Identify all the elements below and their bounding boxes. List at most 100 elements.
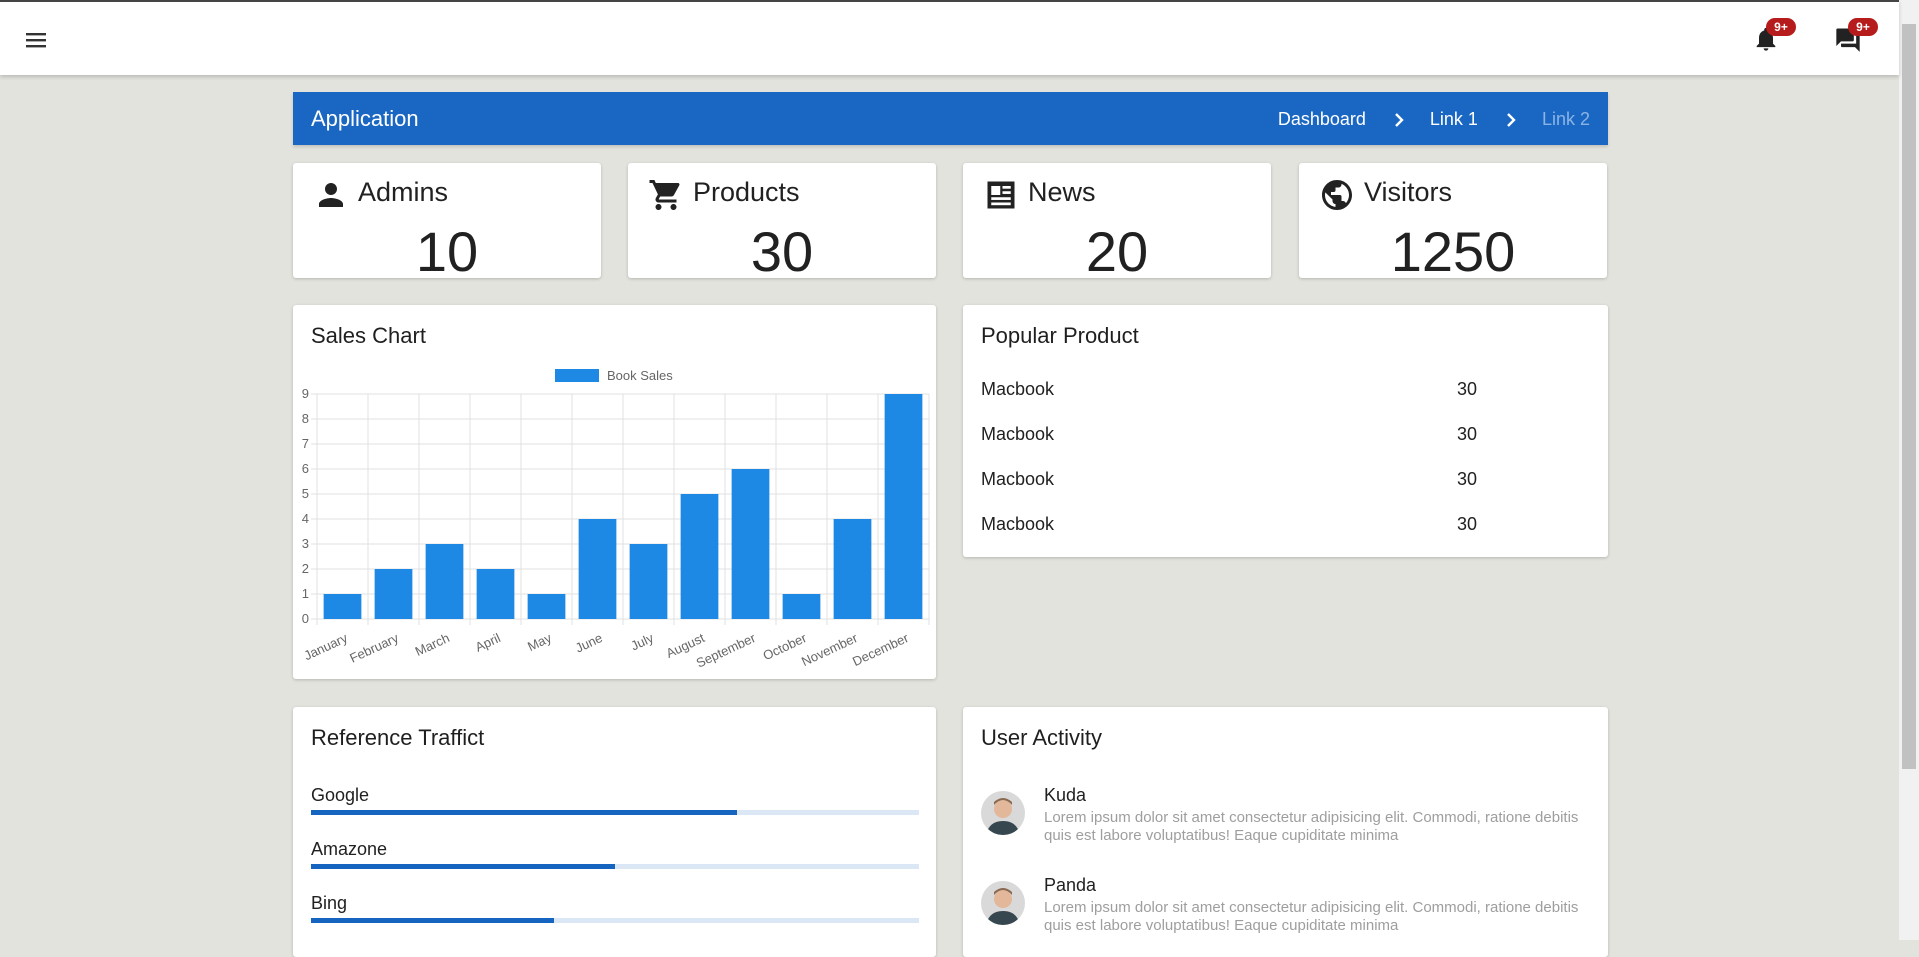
- sales-chart: 0 1 2 3 4 5 6 7 8 9 JanuaryFebruary March April May Ju…: [302, 368, 930, 671]
- reference-traffic-card: Reference Traffict Google Amazone Bing: [293, 707, 936, 957]
- stat-card-news: News 20: [963, 163, 1271, 283]
- product-count: 30: [1457, 379, 1478, 399]
- stat-card-admins: Admins 10: [293, 163, 601, 283]
- product-count: 30: [1457, 469, 1478, 489]
- notifications-badge: 9+: [1766, 18, 1796, 36]
- y-tick-label: 3: [302, 536, 309, 551]
- newspaper-icon: [987, 181, 1015, 209]
- globe-icon: [1322, 180, 1352, 210]
- list-item: Macbook 30: [981, 379, 1581, 409]
- product-count: 30: [1457, 514, 1478, 534]
- messages-button[interactable]: 9+: [1834, 18, 1878, 60]
- traffic-label: Bing: [311, 893, 348, 913]
- user-activity-card: User Activity Kuda Lorem ipsum dolor sit…: [963, 707, 1608, 957]
- page-title: Application: [311, 106, 419, 131]
- chevron-right-icon: [1395, 112, 1404, 127]
- activity-text: Lorem ipsum dolor sit amet consectetur a…: [1044, 809, 1579, 844]
- x-tick-label: April: [473, 630, 503, 655]
- stat-label: News: [1028, 177, 1096, 207]
- traffic-item-amazone: Amazone: [311, 839, 919, 875]
- product-count: 30: [1457, 424, 1478, 444]
- progress-fill: [311, 810, 737, 815]
- x-tick-label: May: [525, 630, 554, 654]
- x-tick-label: March: [413, 630, 452, 659]
- scrollbar-thumb[interactable]: [1902, 24, 1916, 769]
- legend-swatch: [555, 369, 599, 382]
- y-tick-label: 4: [302, 511, 309, 526]
- progress-bar: [311, 864, 919, 869]
- stat-value: 30: [750, 220, 814, 283]
- y-tick-label: 5: [302, 486, 309, 501]
- legend-label: Book Sales: [607, 368, 673, 383]
- progress-bar: [311, 810, 919, 815]
- activity-item: Kuda Lorem ipsum dolor sit amet consecte…: [981, 785, 1581, 865]
- bar: [782, 594, 821, 619]
- bar: [527, 594, 566, 619]
- y-tick-label: 2: [302, 561, 309, 576]
- bar: [374, 569, 413, 619]
- stat-label: Visitors: [1364, 177, 1453, 207]
- y-tick-label: 0: [302, 611, 309, 626]
- y-tick-label: 7: [302, 436, 309, 451]
- avatar: [981, 881, 1025, 925]
- x-tick-label: January: [302, 630, 351, 663]
- x-tick-label: September: [694, 630, 759, 671]
- bar: [425, 544, 464, 619]
- y-tick-label: 6: [302, 461, 309, 476]
- y-tick-label: 1: [302, 586, 309, 601]
- x-tick-label: November: [799, 630, 860, 669]
- list-item: Macbook 30: [981, 469, 1581, 499]
- bar: [578, 519, 617, 619]
- bar: [833, 519, 872, 619]
- popular-product-card: Popular Product Macbook 30 Macbook 30 Ma…: [963, 305, 1608, 557]
- product-name: Macbook: [981, 424, 1055, 444]
- avatar: [981, 791, 1025, 835]
- traffic-item-bing: Bing: [311, 893, 919, 929]
- notifications-button[interactable]: 9+: [1752, 18, 1796, 60]
- menu-icon[interactable]: [22, 26, 52, 54]
- progress-bar: [311, 918, 919, 923]
- traffic-item-google: Google: [311, 785, 919, 821]
- progress-fill: [311, 864, 615, 869]
- stat-value: 10: [415, 220, 479, 283]
- list-item: Macbook 30: [981, 424, 1581, 454]
- product-name: Macbook: [981, 469, 1055, 489]
- card-title: Popular Product: [981, 323, 1139, 348]
- messages-badge: 9+: [1848, 18, 1878, 36]
- card-title: Reference Traffict: [311, 725, 485, 750]
- activity-item: Panda Lorem ipsum dolor sit amet consect…: [981, 875, 1581, 955]
- cart-icon: [649, 180, 680, 210]
- top-app-bar: 9+ 9+: [0, 0, 1899, 75]
- stat-value: 1250: [1390, 220, 1516, 283]
- bar: [629, 544, 668, 619]
- bar: [680, 494, 719, 619]
- stat-label: Products: [693, 177, 800, 207]
- chevron-right-icon: [1507, 112, 1516, 127]
- bar: [476, 569, 515, 619]
- bar: [731, 469, 770, 619]
- breadcrumb-link-1[interactable]: Link 1: [1430, 109, 1478, 130]
- list-item: Macbook 30: [981, 514, 1581, 544]
- sales-chart-card: Sales Chart 0 1 2 3 4 5 6 7 8 9 January February Mar…: [293, 305, 936, 679]
- activity-user-name: Kuda: [1044, 785, 1087, 805]
- stat-value: 20: [1085, 220, 1149, 283]
- breadcrumb-link-2: Link 2: [1541, 109, 1590, 129]
- product-name: Macbook: [981, 379, 1055, 399]
- x-tick-label: July: [628, 630, 656, 654]
- scrollbar[interactable]: [1899, 0, 1919, 940]
- activity-user-name: Panda: [1044, 875, 1097, 895]
- y-tick-label: 9: [302, 386, 309, 401]
- activity-text: Lorem ipsum dolor sit amet consectetur a…: [1044, 899, 1579, 934]
- bar: [323, 594, 362, 619]
- y-tick-label: 8: [302, 411, 309, 426]
- breadcrumb: Dashboard Link 1 Link 2: [1278, 109, 1590, 130]
- x-tick-label: February: [347, 630, 401, 666]
- person-icon: [319, 183, 343, 207]
- product-name: Macbook: [981, 514, 1055, 534]
- stat-card-visitors: Visitors 1250: [1299, 163, 1607, 283]
- traffic-label: Google: [311, 785, 370, 805]
- application-bar: Application Dashboard Link 1 Link 2: [293, 92, 1608, 145]
- bar: [884, 394, 923, 619]
- stat-label: Admins: [358, 177, 449, 207]
- breadcrumb-dashboard[interactable]: Dashboard: [1278, 109, 1366, 130]
